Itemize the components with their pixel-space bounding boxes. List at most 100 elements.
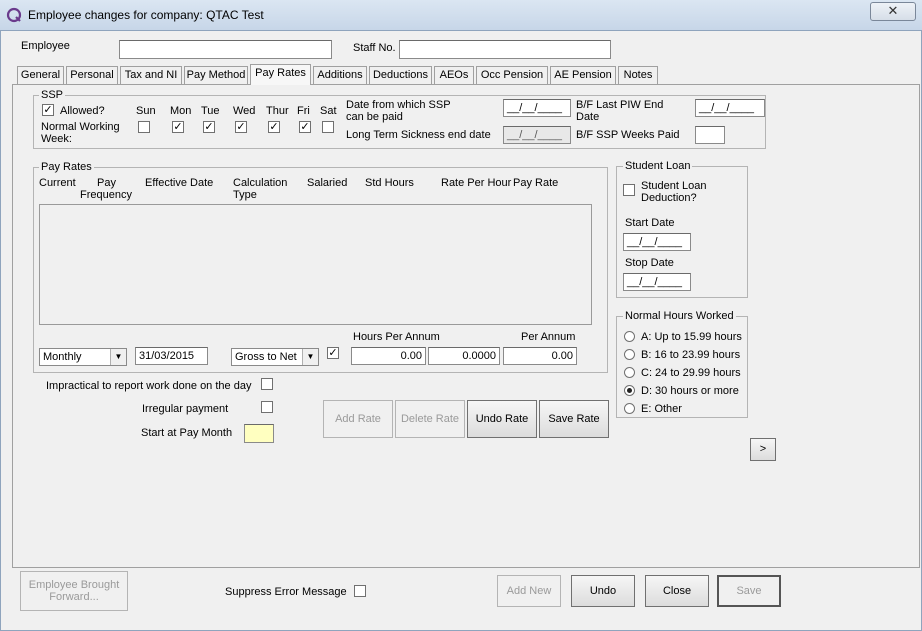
day-checkbox-tue[interactable]: ✓ (203, 121, 215, 133)
student-loan-title: Student Loan (623, 160, 693, 172)
day-label-sat: Sat (320, 105, 337, 117)
chevron-down-icon: ▼ (110, 349, 126, 365)
tab-tax-and-ni[interactable]: Tax and NI (120, 66, 182, 84)
add-new-button[interactable]: Add New (497, 575, 561, 607)
calc-type-select[interactable]: Gross to Net ▼ (231, 348, 319, 366)
tab-general[interactable]: General (17, 66, 64, 84)
hours-radio-b[interactable] (624, 349, 635, 360)
ssp-allowed-checkbox[interactable]: ✓ (42, 104, 54, 116)
col-pay-rate: Pay Rate (513, 177, 559, 189)
col-pay-frequency-1: Pay (97, 177, 116, 189)
close-button[interactable]: Close (645, 575, 709, 607)
sl-stop-date-label: Stop Date (625, 257, 674, 269)
ssp-date-from-label-1: Date from which SSP (346, 99, 451, 111)
impractical-checkbox[interactable] (261, 378, 273, 390)
tab-occ-pension[interactable]: Occ Pension (476, 66, 548, 84)
employee-label: Employee (21, 40, 70, 52)
hours-per-annum-label: Hours Per Annum (353, 331, 440, 343)
bf-piw-field[interactable]: __/__/____ (695, 99, 765, 117)
col-calculation-type-2: Type (233, 189, 257, 201)
pay-rates-list[interactable] (39, 204, 592, 325)
employee-field[interactable] (119, 40, 332, 59)
col-effective-date: Effective Date (145, 177, 214, 189)
impractical-label: Impractical to report work done on the d… (46, 380, 252, 392)
day-checkbox-thur[interactable]: ✓ (268, 121, 280, 133)
day-checkbox-sun[interactable] (138, 121, 150, 133)
tab-pay-method[interactable]: Pay Method (184, 66, 248, 84)
bf-ssp-weeks-field[interactable] (695, 126, 725, 144)
col-std-hours: Std Hours (365, 177, 414, 189)
undo-button[interactable]: Undo (571, 575, 635, 607)
calc-type-value: Gross to Net (235, 351, 297, 363)
day-checkbox-mon[interactable]: ✓ (172, 121, 184, 133)
day-checkbox-wed[interactable]: ✓ (235, 121, 247, 133)
col-calculation-type-1: Calculation (233, 177, 288, 189)
rate-per-hour-field[interactable]: 0.0000 (428, 347, 500, 365)
salaried-checkbox[interactable]: ✓ (327, 347, 339, 359)
start-pay-month-field[interactable] (244, 424, 274, 443)
tab-notes[interactable]: Notes (618, 66, 658, 84)
save-rate-button[interactable]: Save Rate (539, 400, 609, 438)
app-logo-icon (6, 7, 22, 23)
bf-piw-label-2: Date (576, 111, 600, 123)
col-current: Current (39, 177, 76, 189)
day-label-thur: Thur (266, 105, 289, 117)
employee-brought-forward-button[interactable]: Employee Brought Forward... (20, 571, 128, 611)
sl-start-date-label: Start Date (625, 217, 675, 229)
student-loan-label-2: Deduction? (641, 192, 697, 204)
tab-personal[interactable]: Personal (66, 66, 118, 84)
hours-per-annum-field[interactable]: 0.00 (351, 347, 426, 365)
tab-pay-rates[interactable]: Pay Rates (250, 64, 311, 85)
tab-aeos[interactable]: AEOs (434, 66, 474, 84)
day-checkbox-fri[interactable]: ✓ (299, 121, 311, 133)
ssp-allowed-label: Allowed? (60, 105, 105, 117)
bf-piw-label-1: B/F Last PIW End (576, 99, 664, 111)
undo-rate-button[interactable]: Undo Rate (467, 400, 537, 438)
day-label-sun: Sun (136, 105, 156, 117)
sl-stop-date-field[interactable]: __/__/____ (623, 273, 691, 291)
sl-start-date-field[interactable]: __/__/____ (623, 233, 691, 251)
day-checkbox-sat[interactable] (322, 121, 334, 133)
student-loan-checkbox[interactable] (623, 184, 635, 196)
hours-label-e: E: Other (641, 403, 682, 415)
hours-radio-d[interactable] (624, 385, 635, 396)
student-loan-label-1: Student Loan (641, 180, 707, 192)
hours-label-a: A: Up to 15.99 hours (641, 331, 742, 343)
tab-deductions[interactable]: Deductions (369, 66, 432, 84)
per-annum-field[interactable]: 0.00 (503, 347, 577, 365)
irregular-payment-checkbox[interactable] (261, 401, 273, 413)
day-label-tue: Tue (201, 105, 220, 117)
hours-radio-a[interactable] (624, 331, 635, 342)
hours-label-b: B: 16 to 23.99 hours (641, 349, 741, 361)
lts-end-date-field[interactable]: __/__/____ (503, 126, 571, 144)
hours-radio-c[interactable] (624, 367, 635, 378)
hours-label-d: D: 30 hours or more (641, 385, 739, 397)
brought-forward-label-2: Forward... (49, 591, 99, 603)
save-button[interactable]: Save (717, 575, 781, 607)
brought-forward-label-1: Employee Brought (28, 579, 120, 591)
hours-label-c: C: 24 to 29.99 hours (641, 367, 741, 379)
effective-date-field[interactable]: 31/03/2015 (135, 347, 208, 365)
staff-no-field[interactable] (399, 40, 611, 59)
window-close-button[interactable]: ✕ (870, 2, 916, 21)
delete-rate-button[interactable]: Delete Rate (395, 400, 465, 438)
nww-label-2: Week: (41, 133, 72, 145)
hours-radio-e[interactable] (624, 403, 635, 414)
pay-frequency-select[interactable]: Monthly ▼ (39, 348, 127, 366)
tab-ae-pension[interactable]: AE Pension (550, 66, 616, 84)
pay-rates-title: Pay Rates (39, 161, 94, 173)
nww-label-1: Normal Working (41, 121, 120, 133)
tab-additions[interactable]: Additions (313, 66, 367, 84)
lts-end-date-label: Long Term Sickness end date (346, 129, 491, 141)
suppress-error-checkbox[interactable] (354, 585, 366, 597)
irregular-payment-label: Irregular payment (142, 403, 229, 415)
col-salaried: Salaried (307, 177, 348, 189)
col-rate-per-hour: Rate Per Hour (441, 177, 512, 189)
per-annum-label: Per Annum (521, 331, 576, 343)
window-title: Employee changes for company: QTAC Test (28, 8, 264, 22)
add-rate-button[interactable]: Add Rate (323, 400, 393, 438)
start-pay-month-label: Start at Pay Month (141, 427, 233, 439)
next-button[interactable]: > (750, 438, 776, 461)
day-label-mon: Mon (170, 105, 192, 117)
ssp-date-from-field[interactable]: __/__/____ (503, 99, 571, 117)
